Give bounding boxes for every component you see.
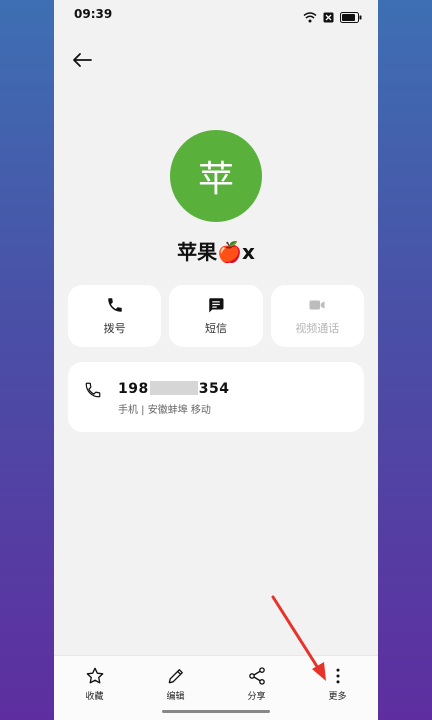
status-time: 09:39: [74, 7, 113, 21]
star-icon: [86, 667, 103, 684]
back-button[interactable]: [68, 46, 96, 74]
share-label: 分享: [247, 692, 266, 702]
edit-label: 编辑: [166, 692, 185, 702]
more-vertical-icon: [336, 668, 339, 684]
wifi-icon: [303, 8, 317, 27]
status-bar: 09:39: [54, 0, 378, 30]
call-button[interactable]: 拨号: [68, 285, 162, 347]
arrow-left-icon: [73, 53, 92, 67]
phone-number: 198 354: [118, 381, 229, 397]
phone-number-mask: [149, 381, 198, 395]
sms-label: 短信: [204, 322, 227, 335]
more-label: 更多: [328, 692, 347, 702]
sim-blocked-icon: [323, 8, 334, 27]
home-indicator: [162, 710, 270, 713]
contact-name: 苹果🍎x: [177, 240, 255, 264]
phone-number-prefix: 198: [118, 381, 149, 397]
favorite-label: 收藏: [85, 692, 104, 702]
message-icon: [209, 298, 224, 313]
status-icons: [303, 8, 362, 27]
more-button[interactable]: 更多: [297, 656, 378, 720]
video-call-label: 视频通话: [295, 322, 340, 335]
call-label: 拨号: [103, 322, 126, 335]
action-row: 拨号 短信 视频通话: [68, 285, 364, 347]
avatar: 苹: [170, 130, 262, 222]
phone-number-entry[interactable]: 198 354 手机 | 安徽蚌埠 移动: [68, 362, 364, 432]
share-icon: [248, 667, 265, 685]
avatar-text: 苹: [197, 159, 234, 200]
phone-number-suffix: 354: [198, 381, 230, 397]
battery-icon: [340, 8, 362, 27]
phone-outline-icon: [84, 381, 102, 403]
phone-number-meta: 手机 | 安徽蚌埠 移动: [118, 405, 211, 416]
phone-screen: 09:39 苹 苹果🍎x 拨号 短信 视频通话 198 354 手机 | 安徽蚌…: [54, 0, 378, 720]
phone-icon: [107, 298, 122, 312]
sms-button[interactable]: 短信: [169, 285, 263, 347]
video-icon: [309, 300, 325, 310]
pencil-icon: [168, 669, 183, 684]
video-call-button[interactable]: 视频通话: [270, 285, 364, 347]
favorite-button[interactable]: 收藏: [54, 656, 135, 720]
